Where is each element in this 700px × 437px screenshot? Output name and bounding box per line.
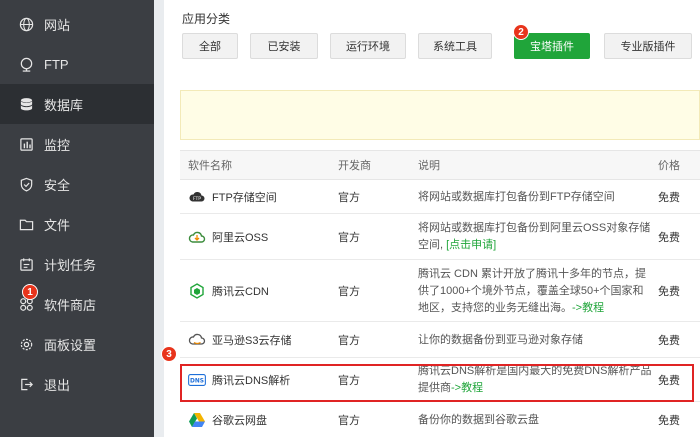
tencent-cdn-icon <box>188 282 206 300</box>
aliyun-icon <box>188 228 206 246</box>
sidebar-item-monitor[interactable]: 监控 <box>0 124 154 164</box>
svg-text:FTP: FTP <box>193 196 201 202</box>
header-price: 价格 <box>658 160 680 172</box>
table-row[interactable]: 阿里云OSS 官方 将网站或数据库打包备份到阿里云OSS对象存储空间, [点击申… <box>180 214 700 260</box>
plugin-name: 腾讯云DNS解析 <box>212 375 291 387</box>
plugin-price: 免费 <box>658 415 680 427</box>
sidebar-item-label: 安全 <box>44 177 71 193</box>
ftp-globe-icon <box>18 56 34 72</box>
plugin-developer: 官方 <box>338 192 360 204</box>
sidebar-item-label: 软件商店 <box>44 297 97 313</box>
plugin-name: 亚马逊S3云存储 <box>212 335 292 347</box>
plugin-name: FTP存储空间 <box>212 192 277 204</box>
plugin-price: 免费 <box>658 192 680 204</box>
shield-icon <box>18 176 34 192</box>
plugin-name: 阿里云OSS <box>212 232 269 244</box>
table-row[interactable]: 谷歌云网盘 官方 备份你的数据到谷歌云盘 免费 <box>180 402 700 437</box>
svg-text:DNS: DNS <box>190 379 204 385</box>
step-marker-3: 3 <box>161 346 177 362</box>
logout-icon <box>18 376 34 392</box>
header-name: 软件名称 <box>188 160 232 172</box>
google-drive-icon <box>188 411 206 429</box>
plugin-description: 将网站或数据库打包备份到FTP存储空间 <box>418 190 615 203</box>
header-developer: 开发商 <box>338 160 371 172</box>
folder-icon <box>18 216 34 232</box>
tutorial-link[interactable]: ->教程 <box>572 302 604 314</box>
main-area: 应用分类 全部 已安装 运行环境 系统工具 宝塔插件 专业版插件 软件名称 开发… <box>154 0 700 437</box>
table-row[interactable]: DNS 腾讯云DNS解析 官方 腾讯云DNS解析是国内最大的免费DNS解析产品提… <box>180 358 700 402</box>
table-row[interactable]: 亚马逊S3云存储 官方 让你的数据备份到亚马逊对象存储 免费 <box>180 322 700 358</box>
sidebar-item-label: FTP <box>44 56 69 72</box>
database-icon <box>18 96 34 112</box>
plugin-description: 备份你的数据到谷歌云盘 <box>418 413 539 426</box>
plugin-name: 腾讯云CDN <box>212 286 269 298</box>
category-all-button[interactable]: 全部 <box>182 33 238 59</box>
plugin-developer: 官方 <box>338 232 360 244</box>
aws-icon <box>188 331 206 349</box>
plugin-developer: 官方 <box>338 375 360 387</box>
sidebar-item-label: 退出 <box>44 377 71 393</box>
table-row[interactable]: 腾讯云CDN 官方 腾讯云 CDN 累计开放了腾讯十多年的节点，提供了1000+… <box>180 260 700 322</box>
sidebar-item-database[interactable]: 数据库 <box>0 84 154 124</box>
sidebar-item-label: 面板设置 <box>44 337 97 353</box>
sidebar-item-label: 文件 <box>44 217 71 233</box>
plugin-name: 谷歌云网盘 <box>212 415 267 427</box>
sidebar-item-tasks[interactable]: 计划任务 <box>0 244 154 284</box>
plugin-developer: 官方 <box>338 335 360 347</box>
tutorial-link[interactable]: ->教程 <box>451 382 483 394</box>
apply-link[interactable]: [点击申请] <box>446 239 496 251</box>
category-systools-button[interactable]: 系统工具 <box>418 33 492 59</box>
sidebar-item-label: 网站 <box>44 17 71 33</box>
sidebar-item-ftp[interactable]: FTP <box>0 44 154 84</box>
table-row[interactable]: FTP FTP存储空间 官方 将网站或数据库打包备份到FTP存储空间 免费 <box>180 180 700 214</box>
category-installed-button[interactable]: 已安装 <box>250 33 318 59</box>
sidebar-item-website[interactable]: 网站 <box>0 4 154 44</box>
category-pro-plugins-button[interactable]: 专业版插件 <box>604 33 692 59</box>
table-header: 软件名称 开发商 说明 价格 <box>180 150 700 180</box>
sidebar-item-logout[interactable]: 退出 <box>0 364 154 404</box>
step-marker-2: 2 <box>513 24 529 40</box>
ftp-cloud-icon: FTP <box>188 188 206 206</box>
notice-banner <box>180 90 700 140</box>
globe-icon <box>18 16 34 32</box>
monitor-icon <box>18 136 34 152</box>
plugin-price: 免费 <box>658 232 680 244</box>
plugin-price: 免费 <box>658 286 680 298</box>
plugin-description: 让你的数据备份到亚马逊对象存储 <box>418 333 583 346</box>
plugin-price: 免费 <box>658 375 680 387</box>
category-title: 应用分类 <box>182 12 231 26</box>
calendar-icon <box>18 256 34 272</box>
gear-icon <box>18 336 34 352</box>
plugin-developer: 官方 <box>338 286 360 298</box>
sidebar-item-label: 数据库 <box>44 97 84 113</box>
sidebar-item-security[interactable]: 安全 <box>0 164 154 204</box>
plugin-description: 腾讯云 CDN 累计开放了腾讯十多年的节点，提供了1000+个境外节点，覆盖全球… <box>418 267 646 314</box>
sidebar-item-label: 计划任务 <box>44 257 97 273</box>
sidebar-item-label: 监控 <box>44 137 71 153</box>
plugin-price: 免费 <box>658 335 680 347</box>
plugin-developer: 官方 <box>338 415 360 427</box>
dns-icon: DNS <box>188 371 206 389</box>
sidebar-item-settings[interactable]: 面板设置 <box>0 324 154 364</box>
step-marker-1: 1 <box>22 284 38 300</box>
store-panel: 应用分类 全部 已安装 运行环境 系统工具 宝塔插件 专业版插件 软件名称 开发… <box>164 0 700 437</box>
sidebar-item-files[interactable]: 文件 <box>0 204 154 244</box>
header-description: 说明 <box>418 160 440 172</box>
category-runtime-button[interactable]: 运行环境 <box>330 33 406 59</box>
sidebar: 网站 FTP 数据库 监控 安全 文件 计划任务 软件商店 面板设置 退出 <box>0 0 154 437</box>
